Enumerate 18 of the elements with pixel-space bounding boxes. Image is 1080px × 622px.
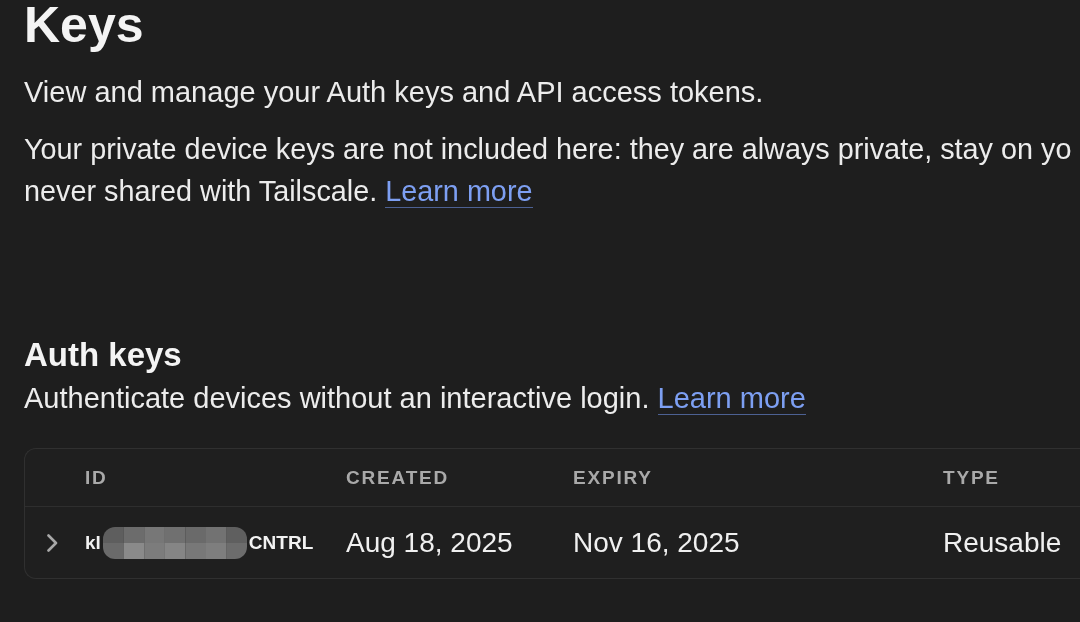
section-description: Authenticate devices without an interactive login. Learn more [24, 381, 806, 417]
expand-button[interactable] [47, 533, 58, 552]
expiry-cell-text: Nov 16, 2025 [573, 525, 740, 560]
column-header: CREATED [346, 466, 450, 489]
column-header: EXPIRY [573, 466, 653, 489]
created-cell-text: Aug 18, 2025 [346, 525, 513, 560]
key-id-text: kl [85, 531, 101, 554]
chevron-icon [47, 533, 58, 552]
learn-more-link[interactable]: Learn more [385, 175, 533, 208]
page-title: Keys [24, 0, 144, 53]
type-cell-text: Reusable [943, 525, 1062, 560]
key-id-text: CNTRL [248, 531, 314, 554]
note-paragraph: Your private device keys are not included here: they are always private, stay on yo never shared with Tailscale. Learn more [24, 132, 1072, 210]
section-title: Auth keys [24, 335, 182, 375]
intro-text: View and manage your Auth keys and API access tokens. [24, 75, 764, 110]
column-header: TYPE [943, 466, 1000, 489]
learn-more-link[interactable]: Learn more [657, 382, 806, 415]
column-header: ID [85, 466, 108, 489]
